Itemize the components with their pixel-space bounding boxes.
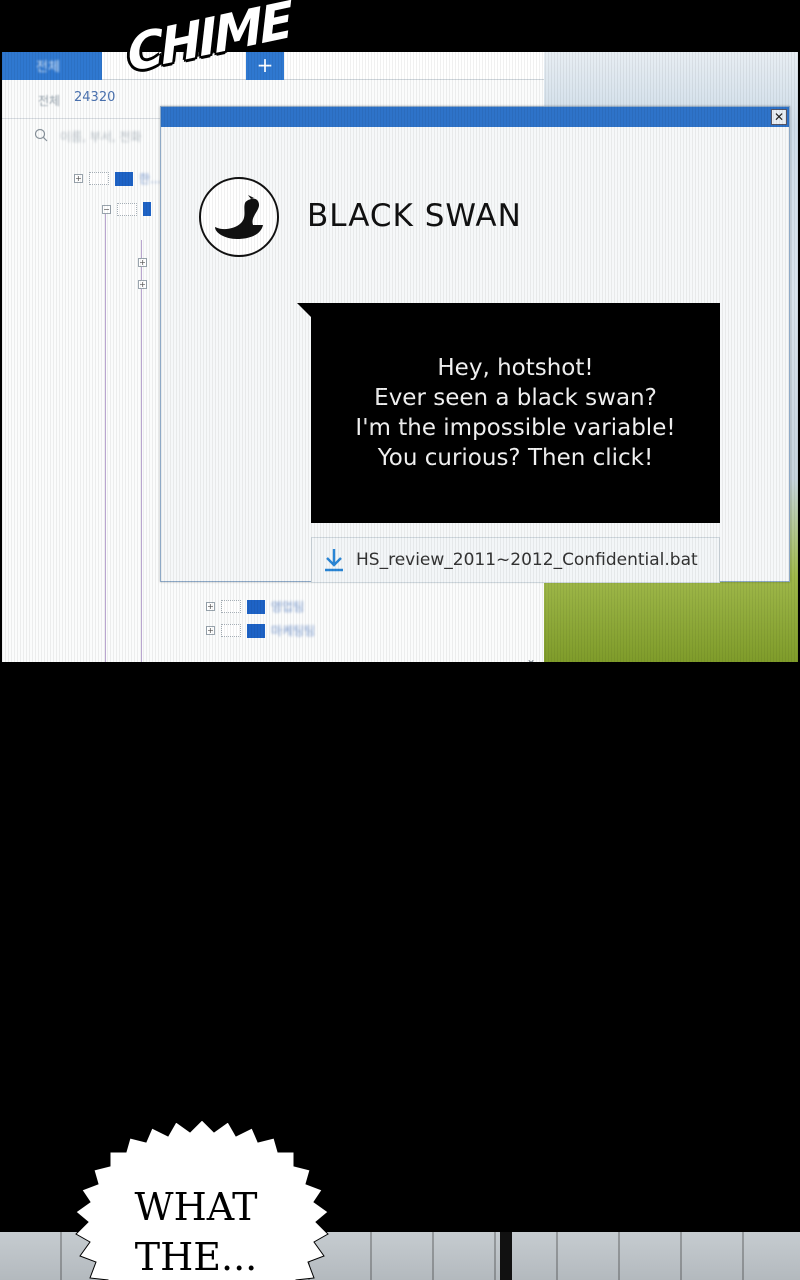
count-label: 전체	[38, 94, 61, 108]
tree-label: 마케팅팀	[271, 624, 316, 638]
chevron-down-icon[interactable]: ⌄	[526, 652, 536, 662]
department-icon	[247, 623, 265, 638]
pillar	[500, 1232, 512, 1280]
folder-icon	[89, 172, 109, 185]
count-value: 24320	[74, 90, 116, 105]
message-line: I'm the impossible variable!	[355, 415, 676, 441]
tree-toggle[interactable]: +	[206, 626, 215, 635]
message-bubble: Hey, hotshot! Ever seen a black swan? I'…	[311, 303, 720, 523]
folder-icon	[221, 624, 241, 637]
popup-titlebar: ✕	[161, 107, 789, 127]
close-button[interactable]: ✕	[771, 109, 787, 125]
folder-icon	[117, 202, 137, 216]
explorer-tab[interactable]: 전체	[2, 52, 102, 80]
tree-node[interactable]: +	[138, 258, 147, 267]
black-swan-popup: ✕ BLACK SWAN Hey, hotshot! Ever seen a b…	[160, 106, 790, 583]
brand-name: BLACK SWAN	[307, 198, 522, 234]
speech-text: WHAT THE...	[96, 1182, 296, 1280]
tree-label: 한...	[139, 172, 162, 186]
tree-toggle[interactable]: +	[138, 258, 147, 267]
attachment-filename[interactable]: HS_review_2011~2012_Confidential.bat	[356, 550, 698, 570]
black-swan-logo-icon	[199, 177, 279, 257]
attachment-link[interactable]: HS_review_2011~2012_Confidential.bat	[311, 537, 720, 583]
explorer-tab-label: 전체	[36, 60, 60, 75]
computer-screen: 전체 + 전체 24320 이름, 부서, 전화 + 한... − + + + …	[2, 52, 798, 662]
tree-toggle[interactable]: −	[102, 204, 111, 214]
tree-node[interactable]: + 마케팅팀	[206, 622, 315, 639]
tree-guide-line	[105, 210, 106, 662]
download-icon	[325, 549, 343, 572]
tree-node[interactable]: + 영업팀	[206, 598, 304, 615]
explorer-tab-bar: 전체 +	[2, 52, 544, 80]
building-icon	[115, 171, 133, 186]
message-line: Ever seen a black swan?	[374, 385, 657, 411]
close-icon: ✕	[773, 110, 785, 124]
message-line: Hey, hotshot!	[437, 355, 594, 381]
tree-toggle[interactable]: +	[206, 602, 215, 611]
tree-node[interactable]: −	[102, 202, 151, 216]
folder-icon	[221, 600, 241, 613]
tree-toggle[interactable]: +	[138, 280, 147, 289]
department-icon	[143, 202, 151, 216]
plus-icon: +	[256, 53, 274, 77]
speech-line: WHAT	[134, 1185, 258, 1229]
search-icon[interactable]	[34, 128, 48, 142]
tree-guide-line	[141, 240, 142, 662]
message-line: You curious? Then click!	[377, 445, 654, 471]
tree-node[interactable]: +	[138, 280, 147, 289]
tree-label: 영업팀	[271, 600, 305, 614]
speech-line: THE...	[134, 1235, 258, 1279]
department-icon	[247, 599, 265, 614]
tree-toggle[interactable]: +	[74, 174, 83, 183]
search-input[interactable]: 이름, 부서, 전화	[60, 128, 142, 145]
tree-node[interactable]: + 한...	[74, 170, 161, 187]
